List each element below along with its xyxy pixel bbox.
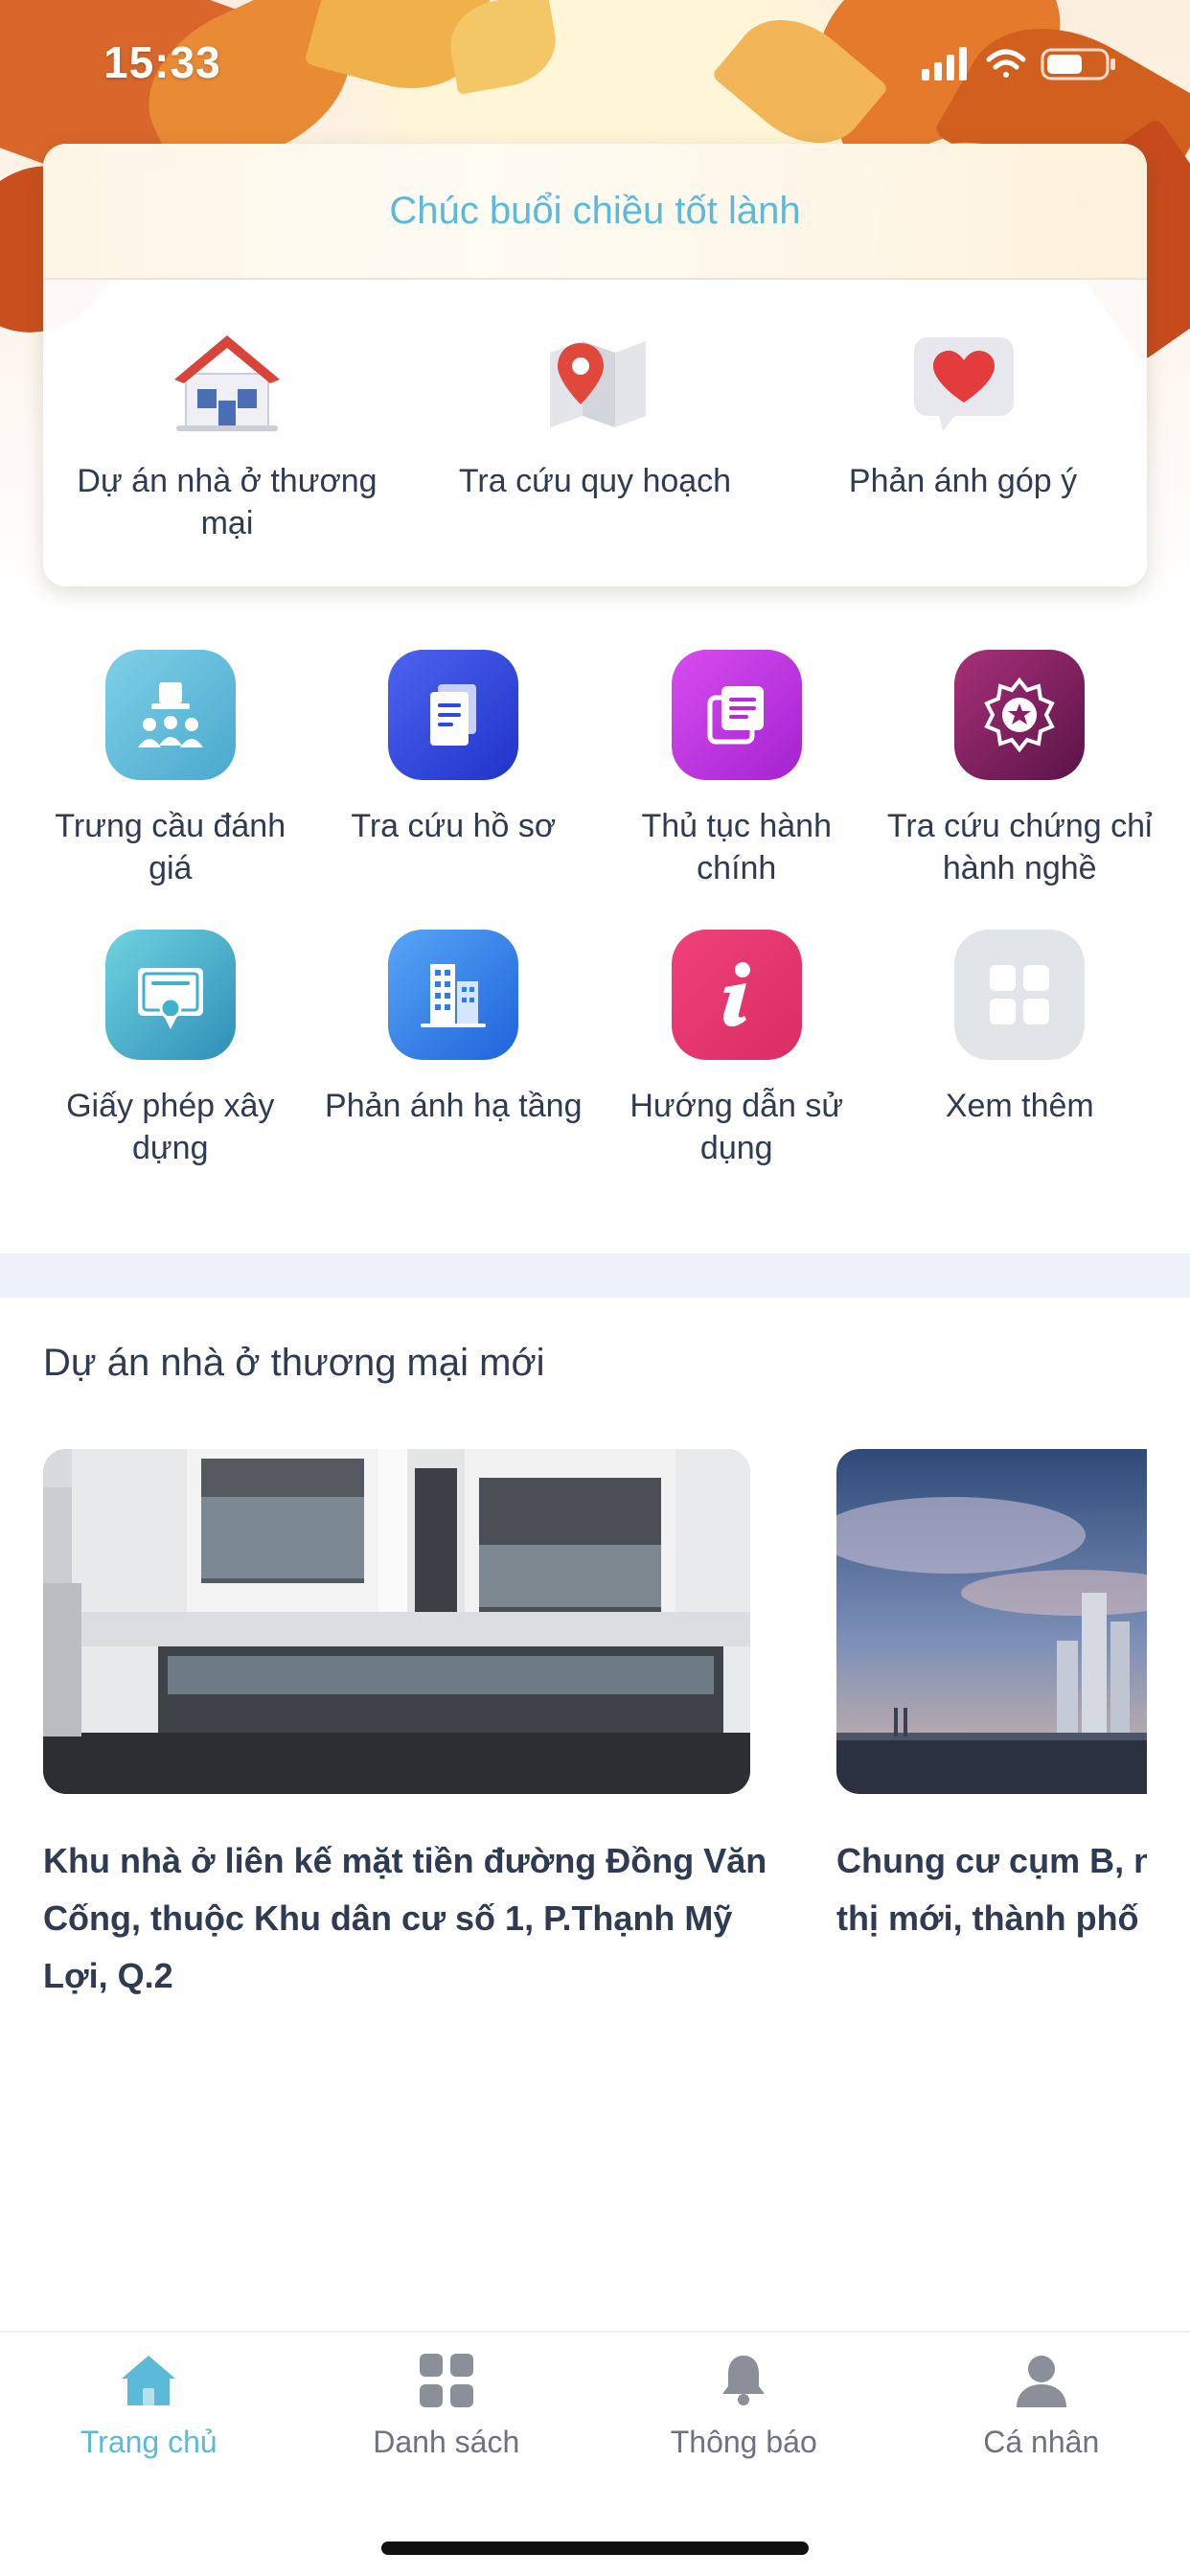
grid-icon: [419, 2354, 473, 2407]
service-grid: Trưng cầu đánh giá Tra cứu hồ sơ Thủ tục…: [29, 650, 1161, 1169]
service-practice-certificate[interactable]: Tra cứu chứng chỉ hành nghề: [879, 650, 1162, 889]
tab-home[interactable]: Trang chủ: [0, 2333, 298, 2476]
service-see-more[interactable]: Xem thêm: [879, 930, 1162, 1169]
project-card[interactable]: Khu nhà ở liên kế mặt tiền đường Đồng Vă…: [43, 1449, 767, 2005]
greeting-text: Chúc buổi chiều tốt lành: [389, 189, 801, 232]
service-label: Hướng dẫn sử dụng: [629, 1088, 844, 1166]
grid-more-icon: [954, 930, 1086, 1060]
tab-profile[interactable]: Cá nhân: [893, 2333, 1190, 2476]
wifi-icon: [986, 49, 1026, 78]
service-label: Xem thêm: [945, 1088, 1094, 1124]
quick-action-label: Tra cứu quy hoạch: [458, 463, 732, 499]
survey-people-icon: [104, 650, 236, 780]
section-divider: [0, 1254, 1190, 1298]
quick-action-commercial-housing[interactable]: Dự án nhà ở thương mại: [43, 280, 411, 586]
tab-label: Danh sách: [373, 2425, 520, 2459]
badge-icon: [954, 650, 1086, 780]
map-pin-icon: [550, 341, 646, 427]
bell-icon: [722, 2356, 766, 2405]
service-infrastructure-feedback[interactable]: Phản ánh hạ tầng: [312, 930, 596, 1169]
tab-label: Trang chủ: [80, 2425, 217, 2459]
service-label: Thủ tục hành chính: [641, 808, 832, 886]
project-card[interactable]: Chung cư cụm B, nhà ở 13E (phía Nam), Đô…: [836, 1449, 1147, 1947]
project-name: Chung cư cụm B, nhà ở 13E (phía Nam), Đô…: [836, 1841, 1147, 1938]
heart-chat-icon: [914, 337, 1014, 431]
home-icon: [122, 2356, 176, 2405]
service-user-guide[interactable]: Hướng dẫn sử dụng: [595, 930, 879, 1169]
service-label: Trưng cầu đánh giá: [55, 808, 286, 886]
service-construction-permit[interactable]: Giấy phép xây dựng: [29, 930, 312, 1169]
tab-label: Cá nhân: [983, 2425, 1100, 2459]
buildings-icon: [388, 930, 519, 1060]
greeting-card: Chúc buổi chiều tốt lành Dự án nhà ở thư…: [43, 144, 1147, 586]
quick-actions: Dự án nhà ở thương mại Tra cứu quy hoạch…: [43, 280, 1147, 586]
user-icon: [1016, 2356, 1066, 2407]
quick-action-feedback[interactable]: Phản ánh góp ý: [779, 280, 1147, 586]
service-survey[interactable]: Trưng cầu đánh giá: [29, 650, 312, 889]
project-photo-apartment: [836, 1449, 1147, 1794]
battery-icon: [1041, 48, 1115, 80]
service-administrative-procedures[interactable]: Thủ tục hành chính: [595, 650, 879, 889]
project-photo-townhouse: [43, 1449, 750, 1794]
service-document-lookup[interactable]: Tra cứu hồ sơ: [312, 650, 596, 889]
quick-action-planning-lookup[interactable]: Tra cứu quy hoạch: [411, 280, 779, 586]
new-projects-title: Dự án nhà ở thương mại mới: [43, 1342, 545, 1384]
service-label: Giấy phép xây dựng: [66, 1088, 275, 1166]
service-label: Tra cứu hồ sơ: [351, 808, 557, 844]
home-indicator[interactable]: [381, 2542, 809, 2555]
document-icon: [388, 650, 519, 780]
quick-action-label: Dự án nhà ở thương mại: [77, 463, 378, 541]
info-icon: [671, 930, 802, 1060]
papers-icon: [671, 650, 802, 780]
house-icon: [174, 335, 280, 431]
new-projects-carousel[interactable]: Khu nhà ở liên kế mặt tiền đường Đồng Vă…: [43, 1449, 1147, 2024]
project-name: Khu nhà ở liên kế mặt tiền đường Đồng Vă…: [43, 1841, 767, 1995]
service-label: Tra cứu chứng chỉ hành nghề: [886, 808, 1153, 886]
status-bar: 15:33: [0, 0, 1190, 126]
service-label: Phản ánh hạ tầng: [325, 1088, 583, 1124]
status-icons: [922, 47, 1115, 80]
tab-list[interactable]: Danh sách: [298, 2333, 596, 2476]
certificate-icon: [104, 930, 236, 1060]
cellular-signal-icon: [922, 47, 967, 80]
tab-notifications[interactable]: Thông báo: [595, 2333, 893, 2476]
app-root: 15:33 Chúc buổi chiều tốt lành Dự án nhà…: [0, 0, 1190, 2576]
quick-action-label: Phản ánh góp ý: [848, 463, 1078, 499]
greeting-header: Chúc buổi chiều tốt lành: [43, 144, 1147, 280]
tab-bar: Trang chủ Danh sách Thông báo Cá nhân: [0, 2331, 1190, 2576]
status-time: 15:33: [103, 37, 221, 87]
tab-label: Thông báo: [670, 2425, 817, 2459]
